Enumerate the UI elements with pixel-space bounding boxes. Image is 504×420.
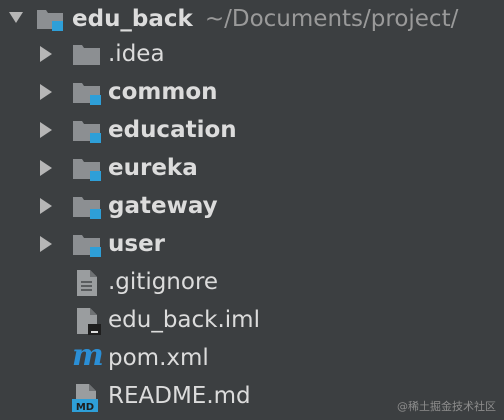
file-label: .gitignore bbox=[108, 269, 219, 295]
tree-folder-row[interactable]: .idea bbox=[0, 35, 504, 73]
tree-folder-row[interactable]: gateway bbox=[0, 187, 504, 225]
folder-label: .idea bbox=[108, 41, 165, 67]
tree-folder-row[interactable]: eureka bbox=[0, 149, 504, 187]
markdown-icon: MD bbox=[72, 383, 102, 417]
tree-folder-row[interactable]: user bbox=[0, 225, 504, 263]
folder-label: gateway bbox=[108, 193, 218, 219]
expand-arrow-icon[interactable] bbox=[9, 12, 23, 23]
module-folder-icon bbox=[72, 193, 102, 223]
text-file-icon bbox=[75, 269, 99, 301]
module-folder-icon bbox=[36, 6, 66, 36]
collapse-arrow-icon[interactable] bbox=[40, 122, 52, 138]
tree-folder-row[interactable]: education bbox=[0, 111, 504, 149]
tree-file-row[interactable]: edu_back.iml bbox=[0, 301, 504, 339]
root-label: edu_back ~/Documents/project/ bbox=[72, 5, 458, 33]
tree-root-row[interactable]: edu_back ~/Documents/project/ bbox=[0, 0, 504, 38]
folder-label: user bbox=[108, 231, 166, 257]
collapse-arrow-icon[interactable] bbox=[40, 46, 52, 62]
tree-file-row[interactable]: m pom.xml bbox=[0, 339, 504, 377]
collapse-arrow-icon[interactable] bbox=[40, 160, 52, 176]
folder-label: eureka bbox=[108, 155, 198, 181]
markdown-badge: MD bbox=[76, 402, 94, 413]
folder-label: education bbox=[108, 117, 237, 143]
tree-file-row[interactable]: .gitignore bbox=[0, 263, 504, 301]
collapse-arrow-icon[interactable] bbox=[40, 84, 52, 100]
module-folder-icon bbox=[72, 231, 102, 261]
maven-icon: m bbox=[72, 338, 104, 373]
collapse-arrow-icon[interactable] bbox=[40, 236, 52, 252]
file-label: pom.xml bbox=[108, 345, 209, 371]
project-tree: edu_back ~/Documents/project/ .idea commo… bbox=[0, 0, 504, 420]
tree-folder-row[interactable]: common bbox=[0, 73, 504, 111]
module-folder-icon bbox=[72, 155, 102, 185]
collapse-arrow-icon[interactable] bbox=[40, 198, 52, 214]
module-folder-icon bbox=[72, 117, 102, 147]
module-file-icon bbox=[75, 307, 101, 339]
folder-label: common bbox=[108, 79, 218, 105]
root-path: ~/Documents/project/ bbox=[204, 6, 459, 32]
module-folder-icon bbox=[72, 79, 102, 109]
watermark: @稀土掘金技术社区 bbox=[397, 400, 496, 413]
file-label: README.md bbox=[108, 383, 251, 409]
folder-icon bbox=[72, 41, 102, 71]
file-label: edu_back.iml bbox=[108, 307, 260, 333]
root-name: edu_back bbox=[72, 6, 193, 32]
